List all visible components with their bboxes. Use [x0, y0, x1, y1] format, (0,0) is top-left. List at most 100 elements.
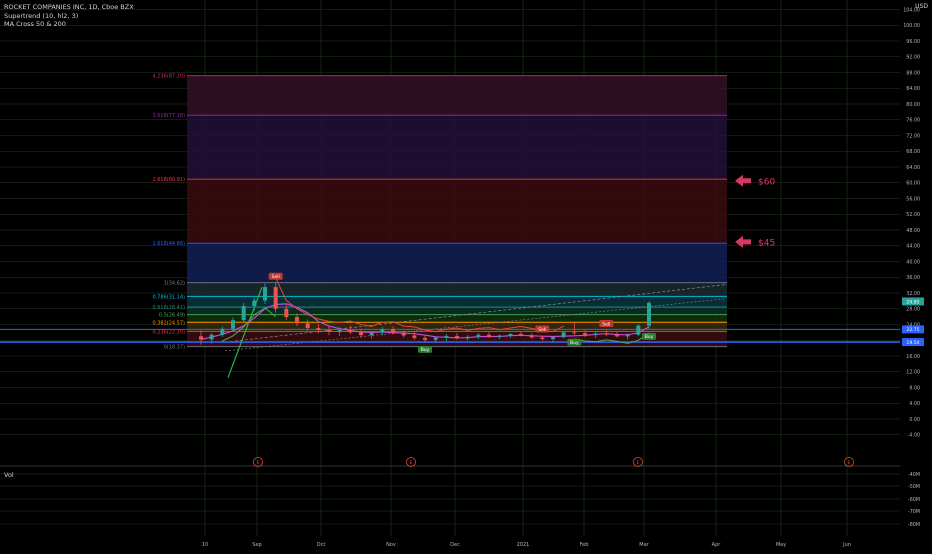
price-chart[interactable]: 0(18.37) 0.236(22.20) 0.382(24.57)0.5(26.4… — [0, 0, 932, 550]
fib-zone — [187, 314, 727, 323]
candle-body — [337, 330, 342, 332]
candle-body — [263, 287, 267, 301]
target-price-label: $45 — [758, 238, 775, 248]
candle-body — [284, 308, 289, 318]
time-axis: 10 Sep Oct Nov Dec 2021 Feb Mar Apr May Jun — [0, 536, 932, 550]
candle-body — [572, 332, 577, 334]
volume-label[interactable]: Vol — [4, 471, 14, 479]
price-tick-label: 12.00 — [906, 370, 920, 376]
candle-body — [209, 334, 214, 340]
signal-sell-label[interactable]: Sell — [535, 325, 550, 333]
time-tick-label: Feb — [580, 542, 589, 548]
signal-text: Sell — [602, 321, 610, 327]
price-tick-label: 16.00 — [906, 354, 920, 360]
candle-body — [316, 328, 321, 331]
volume-tick-label: -70M — [908, 509, 920, 515]
signal-sell-label[interactable]: Sell — [268, 272, 283, 280]
candle-body — [348, 330, 353, 333]
candle-body — [529, 335, 534, 338]
symbol-title[interactable]: ROCKET COMPANIES INC, 1D, Cboe BZX — [4, 3, 134, 12]
earnings-letter: E — [637, 460, 640, 466]
price-axis-background — [900, 0, 932, 536]
price-axis: -4.000.004.008.0012.0016.0020.0024.0028.… — [900, 0, 932, 536]
supertrend-indicator-label[interactable]: Supertrend (10, hl2, 3) — [4, 12, 134, 21]
earnings-letter: E — [257, 460, 260, 466]
fib-zone — [187, 282, 727, 297]
volume-tick-label: -80M — [908, 522, 920, 528]
candle-body — [604, 333, 609, 335]
fib-zone — [187, 115, 727, 180]
chart-area[interactable]: 0(18.37) 0.236(22.20) 0.382(24.57) 0.5(26.4… — [0, 0, 932, 550]
fib-zone — [187, 243, 727, 283]
volume-tick-label: -60M — [908, 497, 920, 503]
candle-body — [540, 337, 545, 340]
price-tag-text: 19.54 — [906, 340, 919, 346]
signal-sell-label[interactable]: Sell — [599, 320, 614, 327]
price-tick-label: 60.00 — [906, 181, 920, 187]
price-tag-text: 29.85 — [906, 299, 919, 305]
candle-body — [327, 330, 331, 332]
candle-body — [465, 336, 470, 339]
candle-body — [273, 287, 278, 309]
price-axis-tag: 29.85 — [902, 297, 924, 306]
time-tick-label: Oct — [317, 542, 326, 548]
earnings-letter: E — [410, 460, 413, 466]
candle-body — [199, 336, 203, 340]
volume-tick-label: -50M — [908, 484, 920, 490]
fib-level-label: 1.618(44.66) — [152, 241, 185, 247]
price-axis-tag: 19.54 — [902, 338, 924, 347]
candle-body — [252, 300, 257, 306]
price-tick-label: 8.00 — [909, 385, 920, 391]
price-axis-tag: 22.75 — [902, 325, 924, 334]
ma-cross-indicator-label[interactable]: MA Cross 50 & 200 — [4, 20, 134, 29]
price-tag-text: 22.75 — [906, 327, 919, 333]
fib-level-label: 0.236(22.20) — [152, 330, 185, 336]
price-tick-label: 52.00 — [906, 212, 920, 218]
fib-level-label: 0.786(31.14) — [152, 294, 185, 300]
time-tick-label: May — [776, 542, 786, 548]
candle-body — [380, 329, 385, 333]
fib-level-label: 1(34.62) — [164, 281, 185, 287]
fib-zone — [187, 75, 727, 116]
signal-buy-label[interactable]: Buy — [418, 345, 432, 353]
signal-buy-label[interactable]: Buy — [642, 332, 656, 340]
candle-body — [231, 320, 235, 329]
candle-body — [551, 337, 555, 340]
candle-body — [433, 337, 438, 340]
price-tick-label: 28.00 — [906, 307, 920, 313]
volume-tick-label: -40M — [908, 472, 920, 478]
time-tick-label: Mar — [639, 542, 649, 548]
price-tick-label: 32.00 — [906, 291, 920, 297]
fib-level-label: 0(18.37) — [164, 345, 185, 351]
fib-level-label: 0.382(24.57) — [152, 320, 185, 326]
candle-body — [295, 317, 299, 324]
time-tick-label: Sep — [252, 542, 261, 548]
signal-buy-label[interactable]: Buy — [567, 338, 582, 346]
fib-level-label: 0.5(26.49) — [159, 313, 185, 319]
candle-body — [444, 335, 449, 338]
candle-body — [583, 333, 587, 336]
price-tick-label: 100.00 — [903, 23, 920, 29]
signal-text: Buy — [421, 347, 430, 353]
time-tick-label: Jun — [842, 542, 851, 548]
price-tick-label: 72.00 — [906, 133, 920, 139]
candle-body — [412, 335, 417, 338]
time-tick-label: 10 — [202, 542, 208, 548]
candle-body — [401, 333, 406, 336]
time-tick-label: Nov — [386, 542, 396, 548]
currency-label: USD — [915, 3, 928, 10]
price-tick-label: 36.00 — [906, 275, 920, 281]
candle-body — [487, 334, 491, 338]
price-tick-label: 44.00 — [906, 244, 920, 250]
fib-zone — [187, 296, 727, 308]
signal-text: Buy — [570, 340, 579, 346]
candle-body — [359, 332, 363, 336]
time-tick-label: Dec — [450, 542, 460, 548]
price-tick-label: 4.00 — [909, 401, 920, 407]
candle-body — [455, 335, 459, 339]
time-axis-background — [0, 536, 932, 550]
chart-legend: ROCKET COMPANIES INC, 1D, Cboe BZX Super… — [4, 3, 134, 29]
fib-level-label: 4.236(87.20) — [152, 74, 185, 80]
price-tick-label: 92.00 — [906, 55, 920, 61]
price-tick-label: 0.00 — [909, 417, 920, 423]
